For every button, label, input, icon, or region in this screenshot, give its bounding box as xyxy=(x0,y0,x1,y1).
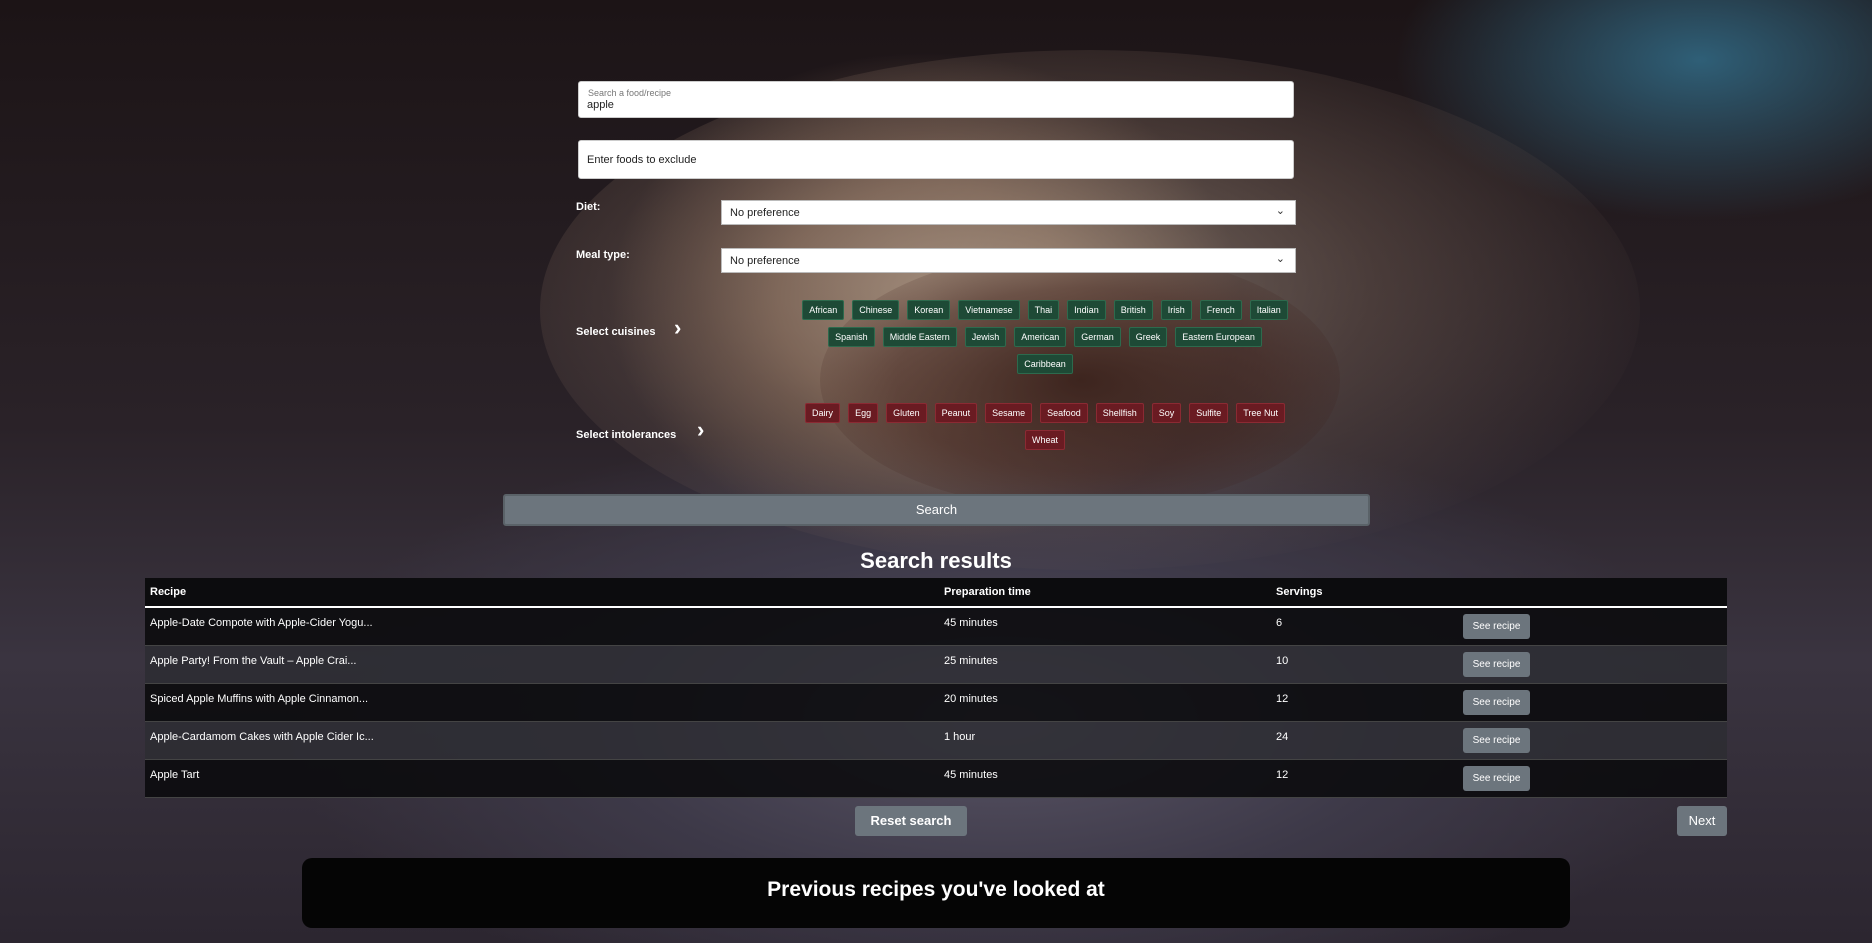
chevron-down-icon: ⌄ xyxy=(1275,205,1285,217)
intolerance-chip[interactable]: Dairy xyxy=(805,403,841,423)
intolerance-chip[interactable]: Wheat xyxy=(1024,430,1065,450)
cuisine-chip[interactable]: Irish xyxy=(1160,300,1192,320)
preparation-time-cell: 45 minutes xyxy=(944,617,998,629)
recipe-name-cell: Apple Party! From the Vault – Apple Crai… xyxy=(150,655,357,667)
intolerance-chip[interactable]: Sesame xyxy=(985,403,1033,423)
cuisine-chip[interactable]: Thai xyxy=(1027,300,1060,320)
meal-type-label: Meal type: xyxy=(576,249,630,261)
intolerance-chip[interactable]: Tree Nut xyxy=(1236,403,1285,423)
cuisine-chip[interactable]: Vietnamese xyxy=(958,300,1020,320)
cuisine-chip[interactable]: Chinese xyxy=(852,300,900,320)
table-row: Apple Party! From the Vault – Apple Crai… xyxy=(145,646,1727,684)
cuisine-chip[interactable]: Caribbean xyxy=(1017,354,1073,374)
preparation-time-cell: 20 minutes xyxy=(944,693,998,705)
column-header-recipe: Recipe xyxy=(150,586,187,598)
results-title: Search results xyxy=(860,548,1012,573)
exclude-input-container[interactable] xyxy=(578,140,1294,179)
cuisine-chip[interactable]: African xyxy=(802,300,845,320)
table-row: Apple Tart 45 minutes 12 See recipe xyxy=(145,760,1727,798)
recipe-name-cell: Apple Tart xyxy=(150,769,200,781)
table-row: Apple-Date Compote with Apple-Cider Yogu… xyxy=(145,608,1727,646)
cuisines-label: Select cuisines xyxy=(576,326,656,338)
intolerance-chip[interactable]: Sulfite xyxy=(1189,403,1229,423)
search-input[interactable] xyxy=(587,99,1277,111)
intolerance-chip[interactable]: Seafood xyxy=(1040,403,1088,423)
cuisine-chip-list: African Chinese Korean Vietnamese Thai Indian… xyxy=(800,300,1290,374)
reset-search-button[interactable]: Reset search xyxy=(855,806,967,836)
intolerance-chip[interactable]: Peanut xyxy=(934,403,978,423)
preparation-time-cell: 45 minutes xyxy=(944,769,998,781)
cuisine-chip[interactable]: Eastern European xyxy=(1175,327,1262,347)
recipe-name-cell: Apple-Date Compote with Apple-Cider Yogu… xyxy=(150,617,373,629)
recipe-name-cell: Apple-Cardamom Cakes with Apple Cider Ic… xyxy=(150,731,374,743)
see-recipe-button[interactable]: See recipe xyxy=(1463,728,1530,753)
previous-recipes-panel: Previous recipes you've looked at xyxy=(302,858,1570,928)
table-body: Apple-Date Compote with Apple-Cider Yogu… xyxy=(145,608,1727,798)
servings-cell: 12 xyxy=(1276,693,1289,705)
results-table: Recipe Preparation time Servings Apple-D… xyxy=(145,578,1727,798)
intolerance-chip[interactable]: Egg xyxy=(848,403,879,423)
intolerance-chip-list: Dairy Egg Gluten Peanut Sesame Seafood Shellfi… xyxy=(800,403,1290,450)
table-header: Recipe Preparation time Servings xyxy=(145,578,1727,608)
chevron-right-icon[interactable]: › xyxy=(674,317,681,339)
next-button[interactable]: Next xyxy=(1677,806,1727,836)
see-recipe-button[interactable]: See recipe xyxy=(1463,690,1530,715)
exclude-input[interactable] xyxy=(587,154,1277,166)
preparation-time-cell: 25 minutes xyxy=(944,655,998,667)
cuisine-chip[interactable]: German xyxy=(1074,327,1121,347)
cuisine-chip[interactable]: Indian xyxy=(1067,300,1106,320)
cuisine-chip[interactable]: Greek xyxy=(1128,327,1168,347)
see-recipe-button[interactable]: See recipe xyxy=(1463,652,1530,677)
recipe-name-cell: Spiced Apple Muffins with Apple Cinnamon… xyxy=(150,693,369,705)
see-recipe-button[interactable]: See recipe xyxy=(1463,766,1530,791)
servings-cell: 24 xyxy=(1276,731,1289,743)
intolerance-chip[interactable]: Soy xyxy=(1151,403,1182,423)
servings-cell: 12 xyxy=(1276,769,1289,781)
cuisine-chip[interactable]: Middle Eastern xyxy=(882,327,957,347)
chevron-down-icon: ⌄ xyxy=(1275,253,1285,265)
cuisine-chip[interactable]: British xyxy=(1113,300,1153,320)
diet-select-value: No preference xyxy=(730,207,800,219)
column-header-preparation-time: Preparation time xyxy=(944,586,1031,598)
cuisine-chip[interactable]: American xyxy=(1014,327,1067,347)
table-row: Apple-Cardamom Cakes with Apple Cider Ic… xyxy=(145,722,1727,760)
search-button[interactable]: Search xyxy=(503,494,1370,526)
diet-select[interactable]: No preference ⌄ xyxy=(721,200,1296,225)
table-row: Spiced Apple Muffins with Apple Cinnamon… xyxy=(145,684,1727,722)
search-input-label: Search a food/recipe xyxy=(588,88,672,98)
diet-label: Diet: xyxy=(576,201,601,213)
meal-type-select[interactable]: No preference ⌄ xyxy=(721,248,1296,273)
search-input-container[interactable]: Search a food/recipe xyxy=(578,81,1294,118)
servings-cell: 6 xyxy=(1276,617,1283,629)
cuisine-chip[interactable]: French xyxy=(1199,300,1242,320)
column-header-servings: Servings xyxy=(1276,586,1323,598)
preparation-time-cell: 1 hour xyxy=(944,731,976,743)
see-recipe-button[interactable]: See recipe xyxy=(1463,614,1530,639)
meal-type-select-value: No preference xyxy=(730,255,800,267)
intolerances-label: Select intolerances xyxy=(576,429,677,441)
intolerance-chip[interactable]: Shellfish xyxy=(1095,403,1144,423)
intolerance-chip[interactable]: Gluten xyxy=(886,403,927,423)
chevron-right-icon[interactable]: › xyxy=(697,419,704,441)
cuisine-chip[interactable]: Spanish xyxy=(828,327,875,347)
cuisine-chip[interactable]: Korean xyxy=(907,300,951,320)
cuisine-chip[interactable]: Jewish xyxy=(964,327,1007,347)
servings-cell: 10 xyxy=(1276,655,1289,667)
previous-recipes-title: Previous recipes you've looked at xyxy=(767,878,1105,901)
cuisine-chip[interactable]: Italian xyxy=(1249,300,1288,320)
background-image-detail xyxy=(820,250,1340,510)
